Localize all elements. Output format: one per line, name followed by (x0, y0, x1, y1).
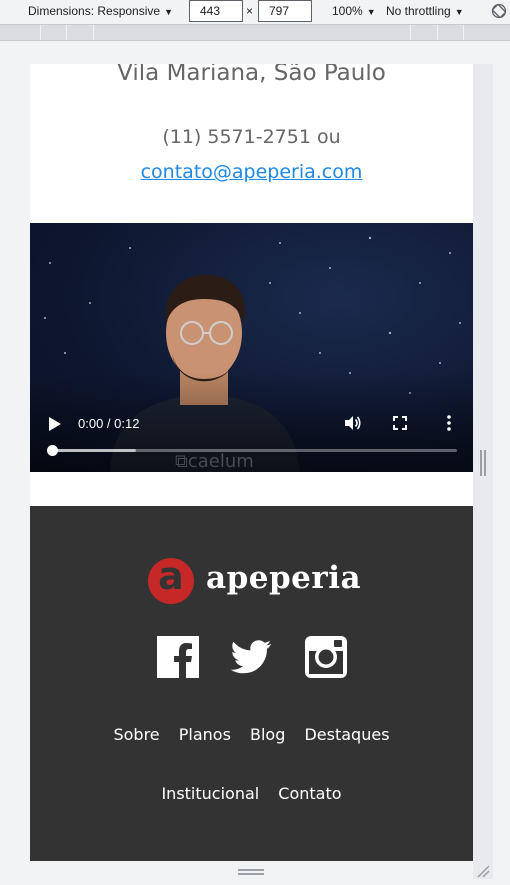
height-input[interactable]: 797 (258, 0, 312, 22)
media-query-ruler[interactable] (0, 24, 510, 41)
nav-link-sobre[interactable]: Sobre (113, 725, 159, 744)
email-link[interactable]: contato@apeperia.com (30, 161, 473, 183)
nav-link-destaques[interactable]: Destaques (304, 725, 389, 744)
fullscreen-icon[interactable] (393, 416, 407, 430)
footer-nav-primary: Sobre Planos Blog Destaques (30, 725, 473, 744)
video-progress-bar[interactable] (47, 445, 457, 456)
video-time: 0:00 / 0:12 (78, 416, 140, 431)
progress-thumb[interactable] (47, 445, 58, 456)
phone-text: (11) 5571-2751 ou (162, 126, 341, 148)
address-text: Vila Mariana, São Paulo (117, 64, 386, 86)
nav-link-blog[interactable]: Blog (250, 725, 285, 744)
throttling-dropdown[interactable]: No throttling ▼ (386, 0, 464, 22)
chevron-down-icon: ▼ (366, 7, 376, 17)
zoom-dropdown[interactable]: 100% ▼ (332, 0, 376, 22)
page-viewport: Vila Mariana, São Paulo (11) 5571-2751 o… (30, 64, 473, 861)
logo-mark: a (148, 554, 194, 604)
volume-icon[interactable] (343, 414, 361, 432)
dimensions-label: Dimensions: Responsive (28, 4, 161, 18)
buffered-range (51, 449, 137, 452)
resize-handle-bottom[interactable] (238, 869, 264, 875)
dimensions-dropdown[interactable]: Dimensions: Responsive ▼ (28, 0, 173, 22)
resize-handle-corner[interactable] (476, 864, 490, 878)
zoom-label: 100% (332, 4, 363, 18)
site-footer: a apeperia Sobre Planos Blog Destaques I… (30, 506, 473, 861)
nav-link-planos[interactable]: Planos (179, 725, 231, 744)
chevron-down-icon: ▼ (454, 7, 464, 17)
brand-logo[interactable]: a apeperia (148, 554, 362, 604)
nav-link-institucional[interactable]: Institucional (161, 784, 259, 803)
play-icon[interactable] (48, 416, 62, 432)
facebook-icon[interactable] (157, 636, 199, 678)
more-options-icon[interactable] (442, 414, 456, 432)
footer-nav-secondary: Institucional Contato (30, 784, 473, 803)
times-sign: × (246, 4, 254, 18)
chevron-down-icon: ▼ (164, 7, 173, 17)
throttling-label: No throttling (386, 4, 451, 18)
video-player[interactable]: ⧉caelum 0:00 / 0:12 (30, 223, 473, 472)
instagram-icon[interactable] (305, 636, 347, 678)
twitter-icon[interactable] (230, 636, 272, 678)
rotate-icon[interactable] (491, 3, 507, 19)
logo-text: apeperia (206, 560, 362, 596)
width-input[interactable]: 443 (189, 0, 243, 22)
logo-letter: a (158, 554, 184, 598)
resize-handle-right[interactable] (480, 450, 486, 476)
nav-link-contato[interactable]: Contato (278, 784, 341, 803)
device-toolbar: Dimensions: Responsive ▼ 443 × 797 100% ▼ … (0, 0, 510, 24)
